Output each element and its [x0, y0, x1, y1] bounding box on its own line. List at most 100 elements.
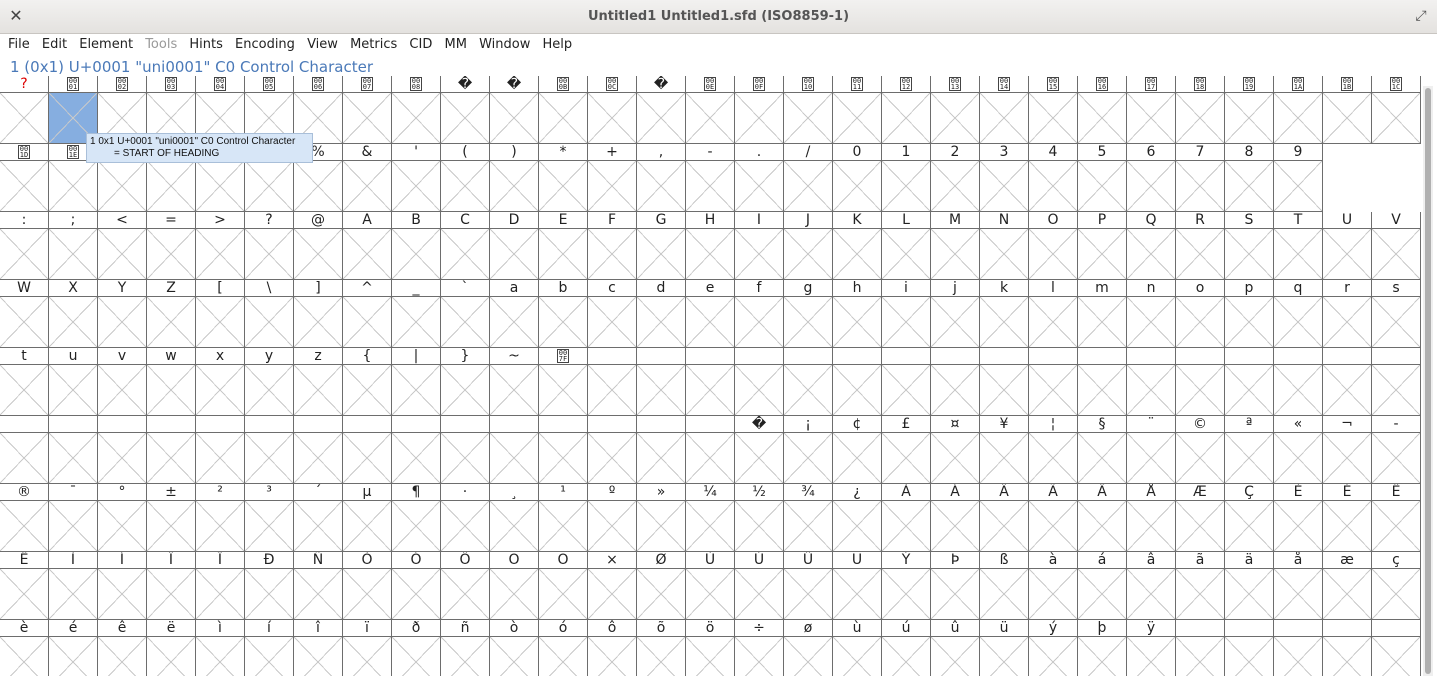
glyph-cell[interactable]: z — [294, 348, 343, 416]
glyph-cell[interactable]: a — [490, 280, 539, 348]
glyph-cell[interactable]: º — [588, 484, 637, 552]
glyph-cell[interactable]: § — [1078, 416, 1127, 484]
glyph-cell[interactable] — [1372, 620, 1421, 676]
glyph-cell[interactable] — [588, 416, 637, 484]
menu-cid[interactable]: CID — [409, 36, 432, 53]
glyph-cell[interactable]: e — [686, 280, 735, 348]
glyph-cell[interactable]: @ — [294, 212, 343, 280]
glyph-cell[interactable]: _ — [392, 280, 441, 348]
glyph-cell[interactable] — [1274, 620, 1323, 676]
glyph-cell[interactable]: ~ — [490, 348, 539, 416]
glyph-cell[interactable]: U — [1323, 212, 1372, 280]
glyph-cell[interactable]: ³ — [245, 484, 294, 552]
glyph-cell[interactable] — [1323, 620, 1372, 676]
glyph-cell[interactable]: × — [588, 552, 637, 620]
glyph-cell[interactable]: ë — [147, 620, 196, 676]
glyph-cell[interactable]: * — [539, 144, 588, 212]
glyph-cell[interactable] — [343, 416, 392, 484]
glyph-cell[interactable]: Ä — [1078, 484, 1127, 552]
glyph-cell[interactable]: Z — [147, 280, 196, 348]
glyph-cell[interactable] — [147, 416, 196, 484]
glyph-cell[interactable] — [784, 348, 833, 416]
glyph-cell[interactable]: j — [931, 280, 980, 348]
glyph-cell[interactable]: 4 — [1029, 144, 1078, 212]
glyph-cell[interactable] — [539, 416, 588, 484]
glyph-cell[interactable]: ¸ — [490, 484, 539, 552]
glyph-cell[interactable]: ] — [294, 280, 343, 348]
glyph-cell[interactable]: ¶ — [392, 484, 441, 552]
glyph-cell[interactable] — [490, 416, 539, 484]
glyph-cell[interactable]: ã — [1176, 552, 1225, 620]
glyph-cell[interactable]: « — [1274, 416, 1323, 484]
glyph-cell[interactable]: � — [441, 76, 490, 144]
glyph-cell[interactable]: Ï — [196, 552, 245, 620]
glyph-cell[interactable]: c — [588, 280, 637, 348]
glyph-cell[interactable] — [1078, 348, 1127, 416]
scrollbar-thumb[interactable] — [1425, 88, 1431, 674]
glyph-cell[interactable]: Î — [147, 552, 196, 620]
glyph-cell[interactable] — [0, 416, 49, 484]
glyph-cell[interactable]: b — [539, 280, 588, 348]
glyph-cell[interactable]: x — [196, 348, 245, 416]
glyph-cell[interactable]: f — [735, 280, 784, 348]
glyph-cell[interactable] — [392, 416, 441, 484]
glyph-cell[interactable]: · — [441, 484, 490, 552]
glyph-cell[interactable]: v — [98, 348, 147, 416]
glyph-cell[interactable]: Ð — [245, 552, 294, 620]
glyph-cell[interactable]: Y — [98, 280, 147, 348]
glyph-cell[interactable]: ¿ — [833, 484, 882, 552]
glyph-cell[interactable] — [49, 416, 98, 484]
glyph-cell[interactable]: ` — [441, 280, 490, 348]
glyph-cell[interactable]: 00 18 — [1176, 76, 1225, 144]
glyph-cell[interactable]: N — [980, 212, 1029, 280]
glyph-cell[interactable]: Ö — [539, 552, 588, 620]
glyph-cell[interactable]: ¬ — [1323, 416, 1372, 484]
glyph-cell[interactable]: < — [98, 212, 147, 280]
vertical-scrollbar[interactable] — [1423, 86, 1433, 676]
glyph-cell[interactable]: È — [1274, 484, 1323, 552]
glyph-cell[interactable]: W — [0, 280, 49, 348]
glyph-cell[interactable]: ; — [49, 212, 98, 280]
glyph-cell[interactable] — [1372, 348, 1421, 416]
glyph-cell[interactable]: Ú — [735, 552, 784, 620]
glyph-cell[interactable]: 8 — [1225, 144, 1274, 212]
glyph-cell[interactable]: m — [1078, 280, 1127, 348]
glyph-cell[interactable]: 9 — [1274, 144, 1323, 212]
glyph-cell[interactable]: ñ — [441, 620, 490, 676]
glyph-cell[interactable]: ï — [343, 620, 392, 676]
glyph-cell[interactable]: B — [392, 212, 441, 280]
glyph-cell[interactable]: Õ — [490, 552, 539, 620]
glyph-cell[interactable]: ð — [392, 620, 441, 676]
menu-metrics[interactable]: Metrics — [350, 36, 397, 53]
glyph-cell[interactable]: g — [784, 280, 833, 348]
glyph-cell[interactable]: s — [1372, 280, 1421, 348]
glyph-cell[interactable]: © — [1176, 416, 1225, 484]
glyph-cell[interactable]: å — [1274, 552, 1323, 620]
glyph-cell[interactable]: Q — [1127, 212, 1176, 280]
glyph-cell[interactable]: [ — [196, 280, 245, 348]
glyph-cell[interactable] — [833, 348, 882, 416]
glyph-cell[interactable]: T — [1274, 212, 1323, 280]
glyph-cell[interactable]: h — [833, 280, 882, 348]
glyph-cell[interactable]: Ø — [637, 552, 686, 620]
glyph-cell[interactable] — [1176, 620, 1225, 676]
glyph-cell[interactable]: ê — [98, 620, 147, 676]
glyph-cell[interactable]: J — [784, 212, 833, 280]
glyph-cell[interactable]: ø — [784, 620, 833, 676]
glyph-cell[interactable] — [441, 416, 490, 484]
glyph-cell[interactable]: . — [735, 144, 784, 212]
glyph-cell[interactable]: û — [931, 620, 980, 676]
glyph-cell[interactable]: ' — [392, 144, 441, 212]
glyph-cell[interactable] — [1029, 348, 1078, 416]
glyph-cell[interactable] — [637, 348, 686, 416]
glyph-cell[interactable]: 00 17 — [1127, 76, 1176, 144]
glyph-cell[interactable]: 5 — [1078, 144, 1127, 212]
glyph-cell[interactable]: ² — [196, 484, 245, 552]
glyph-cell[interactable]: 00 1D — [0, 144, 49, 212]
glyph-cell[interactable]: â — [1127, 552, 1176, 620]
glyph-cell[interactable]: - — [1372, 416, 1421, 484]
glyph-cell[interactable]: 00 16 — [1078, 76, 1127, 144]
glyph-cell[interactable]: Ù — [686, 552, 735, 620]
glyph-cell[interactable]: 7 — [1176, 144, 1225, 212]
glyph-cell[interactable] — [637, 416, 686, 484]
